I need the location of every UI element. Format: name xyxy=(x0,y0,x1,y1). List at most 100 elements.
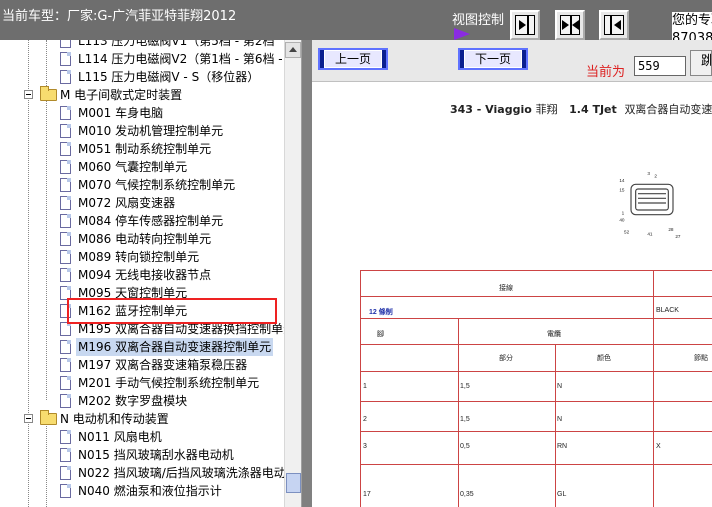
tree-leaf-item[interactable]: M060 气囊控制单元 xyxy=(0,158,284,176)
connector-pin-label: 3 xyxy=(647,171,650,176)
table-cell: 1,5 xyxy=(460,383,470,390)
tree-item-label: N 电动机和传动装置 xyxy=(60,412,169,426)
view-left-panel-button[interactable] xyxy=(510,10,540,40)
tree-leaf-item[interactable]: N011 风扇电机 xyxy=(0,428,284,446)
current-page-input[interactable] xyxy=(634,56,686,76)
document-icon xyxy=(60,196,71,210)
tree-item-label: M086 电动转向控制单元 xyxy=(78,232,212,246)
tree-leaf-item[interactable]: M202 数字罗盘模块 xyxy=(0,392,284,410)
table-cell: N xyxy=(557,383,563,390)
document-icon xyxy=(60,340,71,354)
table-col-color: 颜色 xyxy=(597,355,611,362)
folder-open-icon xyxy=(40,410,57,425)
tree-leaf-item[interactable]: L113 压力电磁阀V1（第5档 - 第2档 xyxy=(0,40,284,50)
document-icon xyxy=(60,52,71,66)
tree-leaf-item[interactable]: M010 发动机管理控制单元 xyxy=(0,122,284,140)
tree-item-label: N015 挡风玻璃刮水器电动机 xyxy=(78,448,234,462)
prev-page-button[interactable]: 上一页 xyxy=(318,48,388,70)
tree-item-label: L113 压力电磁阀V1（第5档 - 第2档 xyxy=(78,40,275,48)
tree-folder-item[interactable]: N 电动机和传动装置 xyxy=(0,410,284,428)
tree-item-label: M070 气候控制系统控制单元 xyxy=(78,178,236,192)
tree-item-label: L114 压力电磁阀V2（第1档 - 第6档 - xyxy=(78,52,283,66)
tree-leaf-item[interactable]: M094 无线电接收器节点 xyxy=(0,266,284,284)
tree-leaf-item[interactable]: M084 停车传感器控制单元 xyxy=(0,212,284,230)
next-page-button[interactable]: 下一页 xyxy=(458,48,528,70)
scroll-up-arrow-icon[interactable] xyxy=(285,42,301,58)
tree-leaf-item[interactable]: M072 风扇变速器 xyxy=(0,194,284,212)
tree-item-label: L115 压力电磁阀V - S（移位器） xyxy=(78,70,260,84)
table-cell: 0,35 xyxy=(460,491,474,498)
tree-item-label: N040 燃油泵和液位指示计 xyxy=(78,484,222,498)
tree-scrollbar[interactable] xyxy=(284,40,301,507)
table-rule xyxy=(653,271,654,507)
table-col-section: 部分 xyxy=(499,355,513,362)
table-cell: GL xyxy=(557,491,567,498)
tree-leaf-item[interactable]: M196 双离合器自动变速器控制单元 xyxy=(0,338,284,356)
document-icon xyxy=(60,358,71,372)
category-tree: L113 压力电磁阀V1（第5档 - 第2档 L114 压力电磁阀V2（第1档 -… xyxy=(0,40,302,507)
table-rule xyxy=(361,464,712,465)
table-cell: X xyxy=(656,443,661,450)
table-col-pin: 腳 xyxy=(377,331,384,338)
table-cell: 2 xyxy=(363,416,367,423)
tree-leaf-item[interactable]: M089 转向锁控制单元 xyxy=(0,248,284,266)
connector-pin-block xyxy=(635,188,669,211)
tree-leaf-item[interactable]: M197 双离合器变速箱泵稳压器 xyxy=(0,356,284,374)
connector-pin-label: 28 xyxy=(668,227,674,232)
next-page-label: 下一页 xyxy=(464,50,522,68)
view-both-panels-button[interactable] xyxy=(555,10,585,40)
tree-leaf-item[interactable]: M086 电动转向控制单元 xyxy=(0,230,284,248)
scrollbar-thumb[interactable] xyxy=(286,473,301,493)
tree-leaf-item[interactable]: M070 气候控制系统控制单元 xyxy=(0,176,284,194)
connector-pin-label: 1 xyxy=(622,211,625,216)
tree-leaf-item[interactable]: M201 手动气候控制系统控制单元 xyxy=(0,374,284,392)
tree-item-label: M051 制动系统控制单元 xyxy=(78,142,212,156)
split-right-icon xyxy=(515,15,535,35)
tree-leaf-item[interactable]: N015 挡风玻璃刮水器电动机 xyxy=(0,446,284,464)
table-cell: 0,5 xyxy=(460,443,470,450)
table-cell: N xyxy=(557,416,563,423)
collapse-toggle-icon[interactable] xyxy=(24,90,33,99)
go-page-button[interactable]: 跳 xyxy=(690,50,712,76)
window-title: 当前车型：厂家:G-广汽菲亚特菲翔2012 xyxy=(2,9,237,24)
document-icon xyxy=(60,232,71,246)
connector-pin-label: 41 xyxy=(647,232,653,237)
table-rule xyxy=(361,344,712,345)
tree-item-label: M 电子间歇式定时装置 xyxy=(60,88,183,102)
tree-item-label: M010 发动机管理控制单元 xyxy=(78,124,224,138)
tree-item-label: N011 风扇电机 xyxy=(78,430,162,444)
table-rule xyxy=(361,431,712,432)
document-icon xyxy=(60,394,71,408)
table-color-value: BLACK xyxy=(656,307,679,314)
tree-leaf-item[interactable]: N022 挡风玻璃/后挡风玻璃洗涤器电动 xyxy=(0,464,286,482)
document-icon xyxy=(60,70,71,84)
document-icon xyxy=(60,466,71,480)
heading-desc: 双离合器自动变速器 xyxy=(624,103,712,116)
document-icon xyxy=(60,376,71,390)
tree-leaf-item[interactable]: M001 车身电脑 xyxy=(0,104,284,122)
document-icon xyxy=(60,430,71,444)
pinout-table: 接線 12 條制 BLACK 腳 電纜 部分 颜色 節點 1 1,5 N 2 1… xyxy=(360,270,712,507)
tree-leaf-item[interactable]: L115 压力电磁阀V - S（移位器） xyxy=(0,68,284,86)
tree-item-label: M001 车身电脑 xyxy=(78,106,164,120)
tree-leaf-item[interactable]: N040 燃油泵和液位指示计 xyxy=(0,482,284,500)
view-right-panel-button[interactable] xyxy=(599,10,629,40)
split-left-icon xyxy=(604,15,624,35)
document-icon xyxy=(60,178,71,192)
tree-folder-item[interactable]: M 电子间歇式定时装置 xyxy=(0,86,284,104)
title-bar: 当前车型：厂家:G-广汽菲亚特菲翔2012 视图控制 您的专职客服 870 xyxy=(0,0,712,48)
tree-leaf-item[interactable]: L114 压力电磁阀V2（第1档 - 第6档 - xyxy=(0,50,284,68)
table-cell: 17 xyxy=(363,491,371,498)
document-icon xyxy=(60,142,71,156)
selected-item-highlight xyxy=(67,298,277,324)
connector-pin-label: 15 xyxy=(619,187,625,192)
tree-leaf-item[interactable]: M051 制动系统控制单元 xyxy=(0,140,284,158)
table-rule xyxy=(458,318,459,507)
prev-page-label: 上一页 xyxy=(324,50,382,68)
table-col-wire: 電纜 xyxy=(547,331,561,338)
collapse-toggle-icon[interactable] xyxy=(24,414,33,423)
tree-item-label: M196 双离合器自动变速器控制单元 xyxy=(76,338,274,356)
document-icon xyxy=(60,448,71,462)
heading-brand: 菲翔 xyxy=(535,103,558,116)
table-cell: RN xyxy=(557,443,568,450)
